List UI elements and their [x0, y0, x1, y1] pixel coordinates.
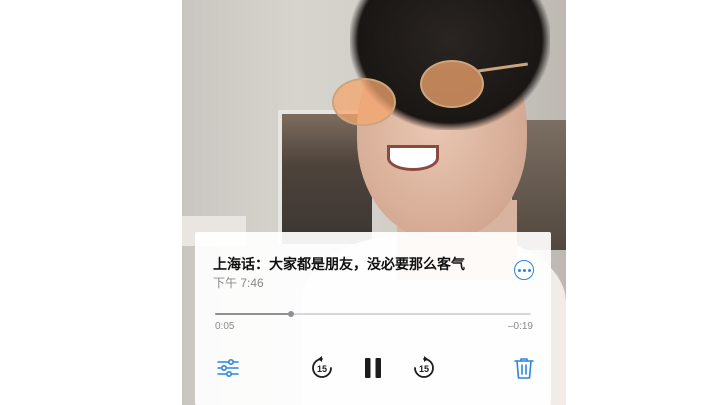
- pause-button[interactable]: [361, 356, 385, 380]
- recording-timestamp: 下午 7:46: [213, 276, 264, 290]
- skip-back-button[interactable]: 15: [309, 355, 335, 381]
- trash-icon: [514, 358, 534, 379]
- skip-back-seconds: 15: [317, 364, 327, 374]
- person-mouth: [387, 145, 439, 171]
- delete-button[interactable]: [513, 356, 535, 380]
- voice-memo-player: 上海话：大家都是朋友，没必要那么客气 下午 7:46 0:05 –0:19 15…: [195, 232, 551, 405]
- skip-forward-15-icon: 15: [414, 356, 434, 378]
- edit-options-button[interactable]: [215, 357, 241, 379]
- skip-forward-button[interactable]: 15: [411, 355, 437, 381]
- remaining-time: –0:19: [507, 321, 533, 332]
- more-icon[interactable]: [514, 260, 534, 280]
- glasses-lens-right: [420, 60, 484, 108]
- elapsed-time: 0:05: [215, 321, 235, 332]
- recording-title: 上海话：大家都是朋友，没必要那么客气: [213, 256, 465, 272]
- playback-scrubber[interactable]: [215, 311, 531, 317]
- more-dot: [522, 268, 526, 272]
- more-dot: [527, 268, 531, 272]
- glasses-lens-left: [332, 78, 396, 126]
- scrubber-thumb[interactable]: [287, 311, 294, 317]
- pause-icon: [365, 358, 381, 378]
- more-dot: [517, 268, 521, 272]
- skip-forward-seconds: 15: [419, 364, 429, 374]
- sliders-icon: [217, 359, 239, 377]
- skip-back-15-icon: 15: [312, 356, 332, 378]
- playback-progress-fill: [215, 313, 291, 315]
